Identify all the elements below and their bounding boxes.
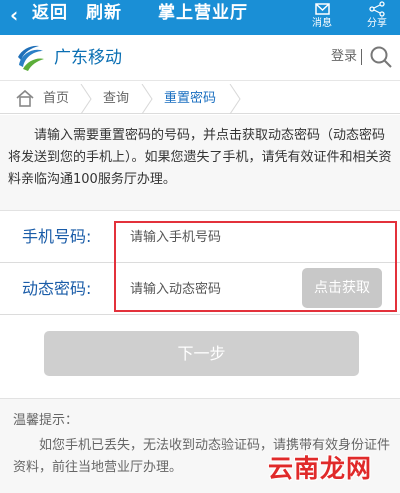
message-button[interactable]: 消息 xyxy=(305,0,339,35)
breadcrumb: 首页 查询 重置密码 xyxy=(0,84,400,114)
search-icon[interactable] xyxy=(368,45,394,69)
phone-input[interactable] xyxy=(130,224,290,250)
breadcrumb-chevron-icon xyxy=(229,84,241,114)
message-icon xyxy=(315,3,330,15)
breadcrumb-query[interactable]: 查询 xyxy=(103,89,129,109)
back-button[interactable]: 返回 xyxy=(32,0,68,26)
get-code-button[interactable]: 点击获取 xyxy=(302,268,382,308)
message-label: 消息 xyxy=(312,18,332,29)
instruction-text: 请输入需要重置密码的号码，并点击获取动态密码（动态密码将发送到您的手机上）。如果… xyxy=(8,128,392,187)
breadcrumb-reset-password: 重置密码 xyxy=(164,91,217,106)
brand-name: 广东移动 xyxy=(54,48,122,68)
watermark: 云南龙网 xyxy=(268,452,396,488)
share-icon xyxy=(369,1,385,17)
breadcrumb-chevron-icon xyxy=(141,84,153,114)
breadcrumb-chevron-icon xyxy=(80,84,92,114)
share-label: 分享 xyxy=(367,18,387,29)
watermark-text: 云南龙网 xyxy=(268,454,373,483)
phone-label: 手机号码: xyxy=(22,227,92,246)
brand-header: 广东移动 登录 xyxy=(0,35,400,81)
share-button[interactable]: 分享 xyxy=(360,0,394,35)
code-input[interactable] xyxy=(130,276,290,302)
next-button[interactable]: 下一步 xyxy=(44,331,359,376)
app-title: 掌上营业厅 xyxy=(158,3,248,23)
tips-heading: 温馨提示： xyxy=(13,413,79,428)
breadcrumb-home[interactable]: 首页 xyxy=(43,89,69,109)
refresh-button[interactable]: 刷新 xyxy=(86,0,122,26)
home-icon[interactable] xyxy=(15,89,35,107)
login-link[interactable]: 登录 xyxy=(331,47,357,67)
phone-row: 手机号码: xyxy=(0,211,400,263)
code-label: 动态密码: xyxy=(22,279,92,298)
back-chevron-icon[interactable]: ‹ xyxy=(10,2,18,28)
app-topbar: ‹ 返回 刷新 掌上营业厅 消息 分享 xyxy=(0,0,400,35)
instruction-panel: 请输入需要重置密码的号码，并点击获取动态密码（动态密码将发送到您的手机上）。如果… xyxy=(0,115,400,211)
china-mobile-logo-icon xyxy=(18,45,44,71)
divider xyxy=(361,49,362,65)
